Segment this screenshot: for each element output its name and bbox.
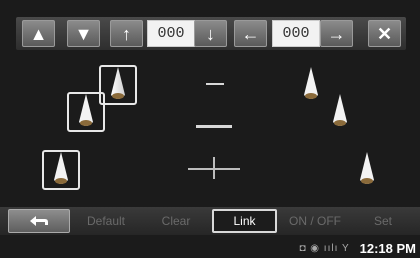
down-triangle-icon: ▼ [74,23,93,44]
up-button[interactable]: ▲ [22,20,55,47]
subwoofer-marker [196,125,232,128]
left-right-value: 000 [272,20,320,47]
center-speaker-marker [206,83,224,85]
back-button[interactable] [8,209,70,233]
rear-right-speaker[interactable] [359,152,375,188]
front-right-tweeter-speaker[interactable] [303,67,319,103]
time-correction-toolbar: ▲ ▼ ↑ 000 ↓ ← 000 → ✕ [16,17,406,50]
back-arrow-icon [30,216,48,226]
on-off-button[interactable]: ON / OFF [284,209,346,233]
listening-position-vertical [213,157,215,179]
front-right-speaker[interactable] [332,94,348,130]
default-button[interactable]: Default [76,209,136,233]
clear-button[interactable]: Clear [146,209,206,233]
rear-left-speaker[interactable] [53,152,69,188]
front-button[interactable]: ↑ [110,20,143,47]
right-button[interactable]: → [320,20,353,47]
link-button[interactable]: Link [212,209,277,233]
close-button[interactable]: ✕ [368,20,401,47]
close-icon: ✕ [376,23,393,44]
arrow-up-icon: ↑ [122,23,131,44]
status-icons: ◘ ◉ ıılı Y [299,242,350,254]
arrow-right-icon: → [327,23,346,44]
front-left-tweeter-speaker[interactable] [110,67,126,103]
arrow-down-icon: ↓ [206,23,215,44]
status-bar: ◘ ◉ ıılı Y 12:18 PM [0,238,420,258]
up-triangle-icon: ▲ [29,23,48,44]
front-left-speaker[interactable] [78,94,94,130]
front-rear-value: 000 [147,20,195,47]
set-button[interactable]: Set [352,209,414,233]
arrow-left-icon: ← [241,23,260,44]
down-button[interactable]: ▼ [67,20,100,47]
clock: 12:18 PM [359,240,416,256]
rear-button[interactable]: ↓ [194,20,227,47]
left-button[interactable]: ← [234,20,267,47]
bottom-button-bar: Default Clear Link ON / OFF Set [0,207,420,235]
